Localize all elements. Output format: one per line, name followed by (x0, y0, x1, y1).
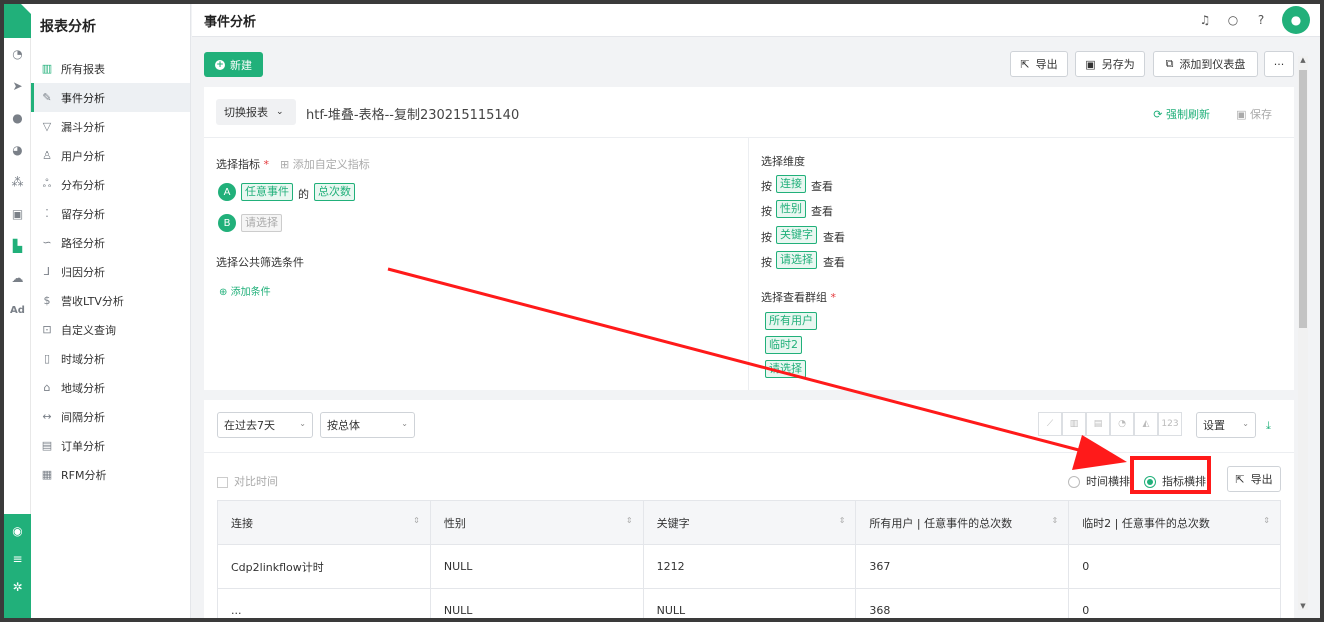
highlight-box (1130, 456, 1211, 494)
annotation-overlay (387, 267, 1211, 494)
annotation-arrow-head (1072, 435, 1127, 470)
annotation-arrow-tail (387, 267, 1095, 456)
app-frame: ◔ ➤ ● ◕ ⁂ ▣ ▙ ☁ Ad ◉ ≡ ✲ 报表分析 ▥ 所有报表 ✎ 事件分… (4, 4, 1320, 618)
